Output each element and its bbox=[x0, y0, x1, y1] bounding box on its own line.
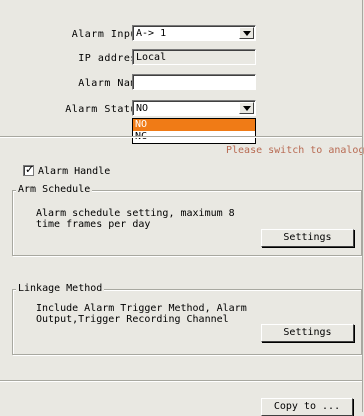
ip-address-field: Local bbox=[132, 49, 256, 65]
alarm-name-label: Alarm Name: bbox=[78, 78, 150, 89]
alarm-status-select[interactable]: NO bbox=[132, 100, 256, 116]
linkage-settings-button[interactable]: Settings bbox=[261, 324, 354, 342]
copy-to-button[interactable]: Copy to ... bbox=[261, 398, 353, 416]
alarm-name-input[interactable] bbox=[132, 74, 256, 90]
alarm-status-dropdown-list[interactable]: NO NC bbox=[132, 118, 256, 144]
bottom-divider bbox=[0, 380, 362, 382]
ip-address-value: Local bbox=[136, 52, 167, 63]
alarm-input-value: A-> 1 bbox=[136, 28, 167, 39]
checkmark-icon: ✓ bbox=[25, 163, 35, 176]
dropdown-option-no[interactable]: NO bbox=[133, 119, 255, 131]
alarm-input-label: Alarm Input: bbox=[71, 29, 150, 40]
linkage-method-title: Linkage Method bbox=[16, 283, 105, 294]
alarm-status-label: Alarm Status: bbox=[65, 104, 150, 115]
ip-address-label: IP address: bbox=[78, 53, 150, 64]
divider bbox=[0, 136, 362, 138]
alarm-input-select[interactable]: A-> 1 bbox=[132, 25, 256, 41]
dropdown-arrow-icon[interactable] bbox=[239, 27, 254, 39]
alarm-handle-checkbox[interactable]: ✓ bbox=[23, 163, 35, 176]
warning-text: Please switch to analog bbox=[226, 145, 364, 156]
linkage-method-description: Include Alarm Trigger Method, Alarm Outp… bbox=[36, 303, 247, 325]
arm-schedule-settings-button[interactable]: Settings bbox=[261, 229, 354, 247]
arm-schedule-title: Arm Schedule bbox=[16, 184, 93, 195]
alarm-status-value: NO bbox=[136, 103, 149, 114]
dropdown-arrow-icon[interactable] bbox=[239, 102, 254, 114]
arm-schedule-description: Alarm schedule setting, maximum 8 time f… bbox=[36, 208, 235, 230]
alarm-handle-label: Alarm Handle bbox=[38, 166, 111, 177]
